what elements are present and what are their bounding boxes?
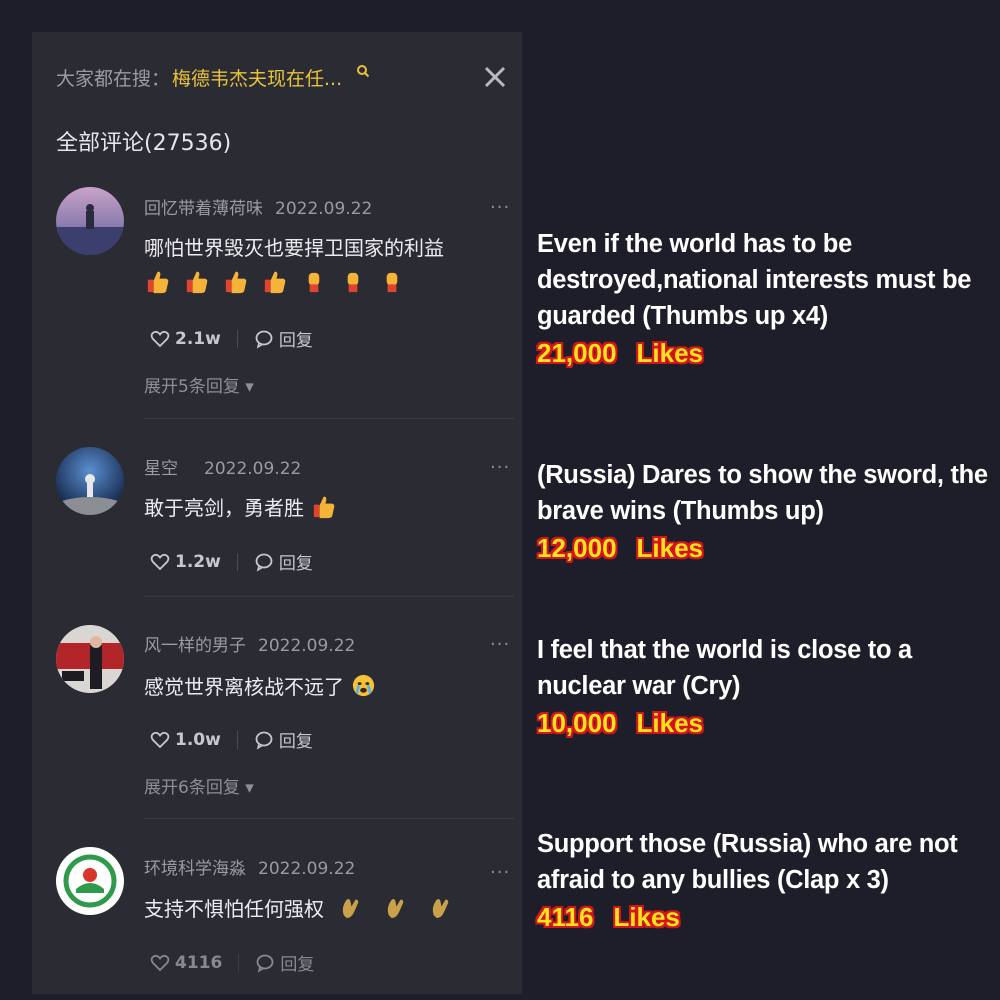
annotation-3: I feel that the world is close to a nucl… xyxy=(537,632,997,739)
thumbs-up-emoji-icon xyxy=(186,271,208,294)
comment-text-row: 感觉世界离核战不远了 xyxy=(144,671,377,700)
more-options-icon[interactable]: ··· xyxy=(490,862,510,883)
likes-number: 4116 xyxy=(537,902,594,932)
expand-replies-link[interactable]: 展开5条回复 ▾ xyxy=(144,372,254,397)
like-count: 1.2w xyxy=(175,551,221,572)
emoji-row xyxy=(144,268,405,295)
comment-actions: 1.2w 回复 xyxy=(150,549,313,574)
comment-separator xyxy=(144,418,514,419)
search-query-link[interactable]: 梅德韦杰夫现在任... xyxy=(172,64,342,91)
comment-date: 2022.09.22 xyxy=(275,199,373,219)
fist-emoji-icon xyxy=(386,272,398,293)
annotation-text: Support those (Russia) who are not afrai… xyxy=(537,830,958,894)
avatar[interactable] xyxy=(56,625,124,693)
comment-text: 支持不惧怕任何强权 xyxy=(144,897,324,921)
expand-replies-link[interactable]: 展开6条回复 ▾ xyxy=(144,773,254,798)
heart-icon[interactable] xyxy=(150,552,170,572)
comment-text-row: 支持不惧怕任何强权 xyxy=(144,893,455,922)
more-options-icon[interactable]: ··· xyxy=(490,457,510,478)
comments-panel: 大家都在搜： 梅德韦杰夫现在任... 全部评论(27536) 回忆带着薄荷味 20… xyxy=(32,32,522,994)
username-text[interactable]: 风一样的男子 xyxy=(144,636,246,656)
likes-word: Likes xyxy=(636,708,704,738)
action-divider xyxy=(236,329,238,348)
likes-number: 21,000 xyxy=(537,338,617,368)
action-divider xyxy=(236,730,238,749)
search-prefix: 大家都在搜： xyxy=(56,67,171,90)
annotation-likes: 12,000 Likes xyxy=(537,533,997,564)
annotation-likes: 4116 Likes xyxy=(537,902,997,933)
fist-emoji-icon xyxy=(308,272,320,293)
clapping-hands-emoji-icon xyxy=(432,899,449,919)
like-count: 2.1w xyxy=(175,328,221,349)
comment-username[interactable]: 回忆带着薄荷味 2022.09.22 xyxy=(144,194,372,219)
annotation-2: (Russia) Dares to show the sword, the br… xyxy=(537,457,997,564)
emoji-row xyxy=(338,894,455,921)
comment-date: 2022.09.22 xyxy=(258,859,356,879)
search-icon[interactable] xyxy=(356,64,370,78)
comment-username[interactable]: 星空 2022.09.22 xyxy=(144,454,301,479)
more-options-icon[interactable]: ··· xyxy=(490,634,510,655)
reply-bubble-icon[interactable] xyxy=(254,552,274,572)
heart-icon[interactable] xyxy=(150,329,170,349)
like-count: 1.0w xyxy=(175,729,221,750)
reply-bubble-icon[interactable] xyxy=(254,730,274,750)
reply-bubble-icon[interactable] xyxy=(254,329,274,349)
annotation-1: Even if the world has to be destroyed,na… xyxy=(537,226,997,369)
annotation-text: Even if the world has to be destroyed,na… xyxy=(537,230,972,330)
comment-separator xyxy=(144,596,514,597)
fist-emoji-icon xyxy=(347,272,359,293)
reply-bubble-icon[interactable] xyxy=(255,953,275,973)
comment-separator xyxy=(144,818,514,819)
comment-date: 2022.09.22 xyxy=(204,459,302,479)
annotation-4: Support those (Russia) who are not afrai… xyxy=(537,826,997,933)
reply-button[interactable]: 回复 xyxy=(280,950,314,975)
clapping-hands-emoji-icon xyxy=(387,899,404,919)
thumbs-up-emoji-icon xyxy=(264,271,286,294)
search-suggestion-bar[interactable]: 大家都在搜： 梅德韦杰夫现在任... xyxy=(56,62,508,92)
annotation-text: I feel that the world is close to a nucl… xyxy=(537,636,912,700)
like-count: 4116 xyxy=(175,952,223,973)
comment-text: 感觉世界离核战不远了 xyxy=(144,675,344,699)
username-text[interactable]: 回忆带着薄荷味 xyxy=(144,199,263,219)
comment-username[interactable]: 环境科学海淼 2022.09.22 xyxy=(144,854,355,879)
comments-title: 全部评论(27536) xyxy=(56,131,232,156)
avatar[interactable] xyxy=(56,447,124,515)
comment-text: 敢于亮剑，勇者胜 xyxy=(144,496,304,520)
avatar[interactable] xyxy=(56,187,124,255)
username-text[interactable]: 环境科学海淼 xyxy=(144,859,246,879)
thumbs-up-emoji-icon xyxy=(225,271,247,294)
comment-actions: 2.1w 回复 xyxy=(150,326,313,351)
annotation-likes: 10,000 Likes xyxy=(537,708,997,739)
more-options-icon[interactable]: ··· xyxy=(490,197,510,218)
likes-word: Likes xyxy=(636,533,704,563)
comment-actions: 1.0w 回复 xyxy=(150,727,313,752)
action-divider xyxy=(236,552,238,571)
comment-actions: 4116 回复 xyxy=(150,950,314,975)
likes-word: Likes xyxy=(636,338,704,368)
heart-icon[interactable] xyxy=(150,730,170,750)
likes-word: Likes xyxy=(613,902,680,932)
likes-number: 12,000 xyxy=(537,533,617,563)
annotation-likes: 21,000 Likes xyxy=(537,338,997,369)
reply-button[interactable]: 回复 xyxy=(279,727,313,752)
comment-text-row: 敢于亮剑，勇者胜 xyxy=(144,492,337,521)
annotation-text: (Russia) Dares to show the sword, the br… xyxy=(537,461,988,525)
close-icon[interactable] xyxy=(482,64,508,90)
comment-username[interactable]: 风一样的男子 2022.09.22 xyxy=(144,631,355,656)
comment-text: 哪怕世界毁灭也要捍卫国家的利益 xyxy=(144,236,444,260)
reply-button[interactable]: 回复 xyxy=(279,549,313,574)
thumbs-up-emoji-icon xyxy=(313,496,335,519)
avatar[interactable] xyxy=(56,847,124,915)
heart-icon[interactable] xyxy=(150,953,170,973)
username-text[interactable]: 星空 xyxy=(144,459,178,479)
comment-date: 2022.09.22 xyxy=(258,636,356,656)
thumbs-up-emoji-icon xyxy=(147,271,169,294)
action-divider xyxy=(238,953,240,972)
reply-button[interactable]: 回复 xyxy=(279,326,313,351)
likes-number: 10,000 xyxy=(537,708,617,738)
clapping-hands-emoji-icon xyxy=(342,899,359,919)
crying-face-emoji-icon xyxy=(352,674,375,697)
